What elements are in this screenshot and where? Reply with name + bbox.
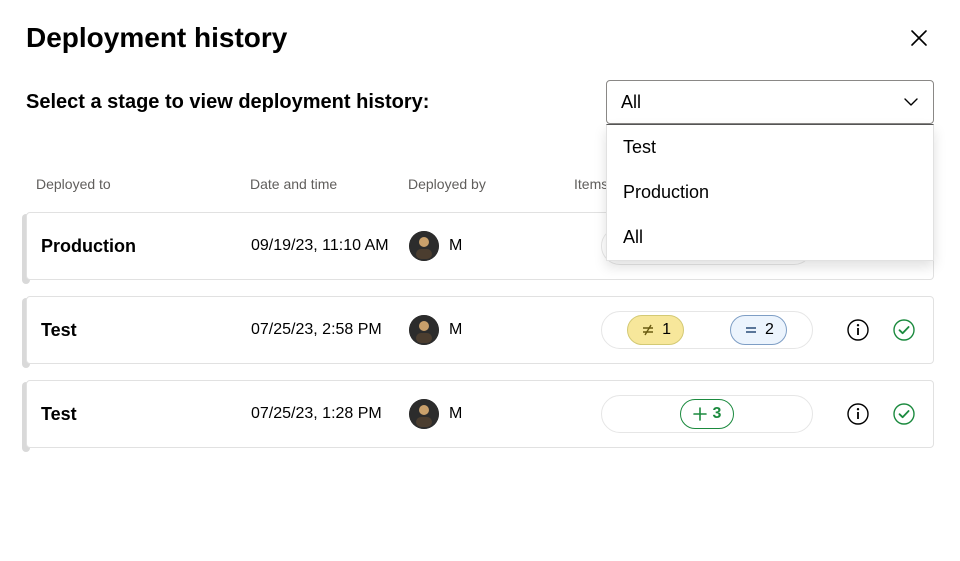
stage-filter-menu: Test Production All xyxy=(606,124,934,261)
added-count: 3 xyxy=(713,405,722,423)
stage-filter-option-production[interactable]: Production xyxy=(607,170,933,215)
col-date-time: Date and time xyxy=(250,176,408,192)
plus-icon xyxy=(693,407,707,421)
avatar xyxy=(409,399,439,429)
stage-cell: Test xyxy=(37,404,251,425)
status-button[interactable] xyxy=(891,401,917,427)
stage-filter-option-test[interactable]: Test xyxy=(607,125,933,170)
date-cell: 07/25/23, 2:58 PM xyxy=(251,321,409,339)
stage-filter-option-all[interactable]: All xyxy=(607,215,933,260)
deployed-by-name: M xyxy=(449,405,462,423)
info-button[interactable] xyxy=(845,317,871,343)
info-icon xyxy=(846,402,870,426)
equal-icon xyxy=(743,322,759,338)
close-button[interactable] xyxy=(904,23,934,53)
check-circle-icon xyxy=(892,318,916,342)
chevron-down-icon xyxy=(903,94,919,110)
col-deployed-to: Deployed to xyxy=(36,176,250,192)
avatar xyxy=(409,315,439,345)
deployment-row[interactable]: Test 07/25/23, 2:58 PM M xyxy=(26,296,934,364)
deployment-row[interactable]: Test 07/25/23, 1:28 PM M 3 xyxy=(26,380,934,448)
info-icon xyxy=(846,318,870,342)
stage-cell: Test xyxy=(37,320,251,341)
page-title: Deployment history xyxy=(26,22,287,54)
added-pill[interactable]: 3 xyxy=(680,399,735,429)
same-count: 2 xyxy=(765,321,774,339)
items-summary: 1 2 xyxy=(601,311,813,349)
changed-pill[interactable]: 1 xyxy=(627,315,684,345)
info-button[interactable] xyxy=(845,401,871,427)
stage-filter-selected: All xyxy=(621,92,641,113)
stage-filter-dropdown: All Test Production All xyxy=(606,80,934,124)
stage-filter-trigger[interactable]: All xyxy=(606,80,934,124)
items-summary: 3 xyxy=(601,395,813,433)
not-equal-icon xyxy=(640,322,656,338)
stage-cell: Production xyxy=(37,236,251,257)
col-deployed-by: Deployed by xyxy=(408,176,574,192)
check-circle-icon xyxy=(892,402,916,426)
changed-count: 1 xyxy=(662,321,671,339)
same-pill[interactable]: 2 xyxy=(730,315,787,345)
close-icon xyxy=(910,29,928,47)
status-button[interactable] xyxy=(891,317,917,343)
deployed-by-name: M xyxy=(449,237,462,255)
avatar xyxy=(409,231,439,261)
date-cell: 09/19/23, 11:10 AM xyxy=(251,237,409,255)
stage-filter-label: Select a stage to view deployment histor… xyxy=(26,91,429,114)
deployed-by-name: M xyxy=(449,321,462,339)
date-cell: 07/25/23, 1:28 PM xyxy=(251,405,409,423)
